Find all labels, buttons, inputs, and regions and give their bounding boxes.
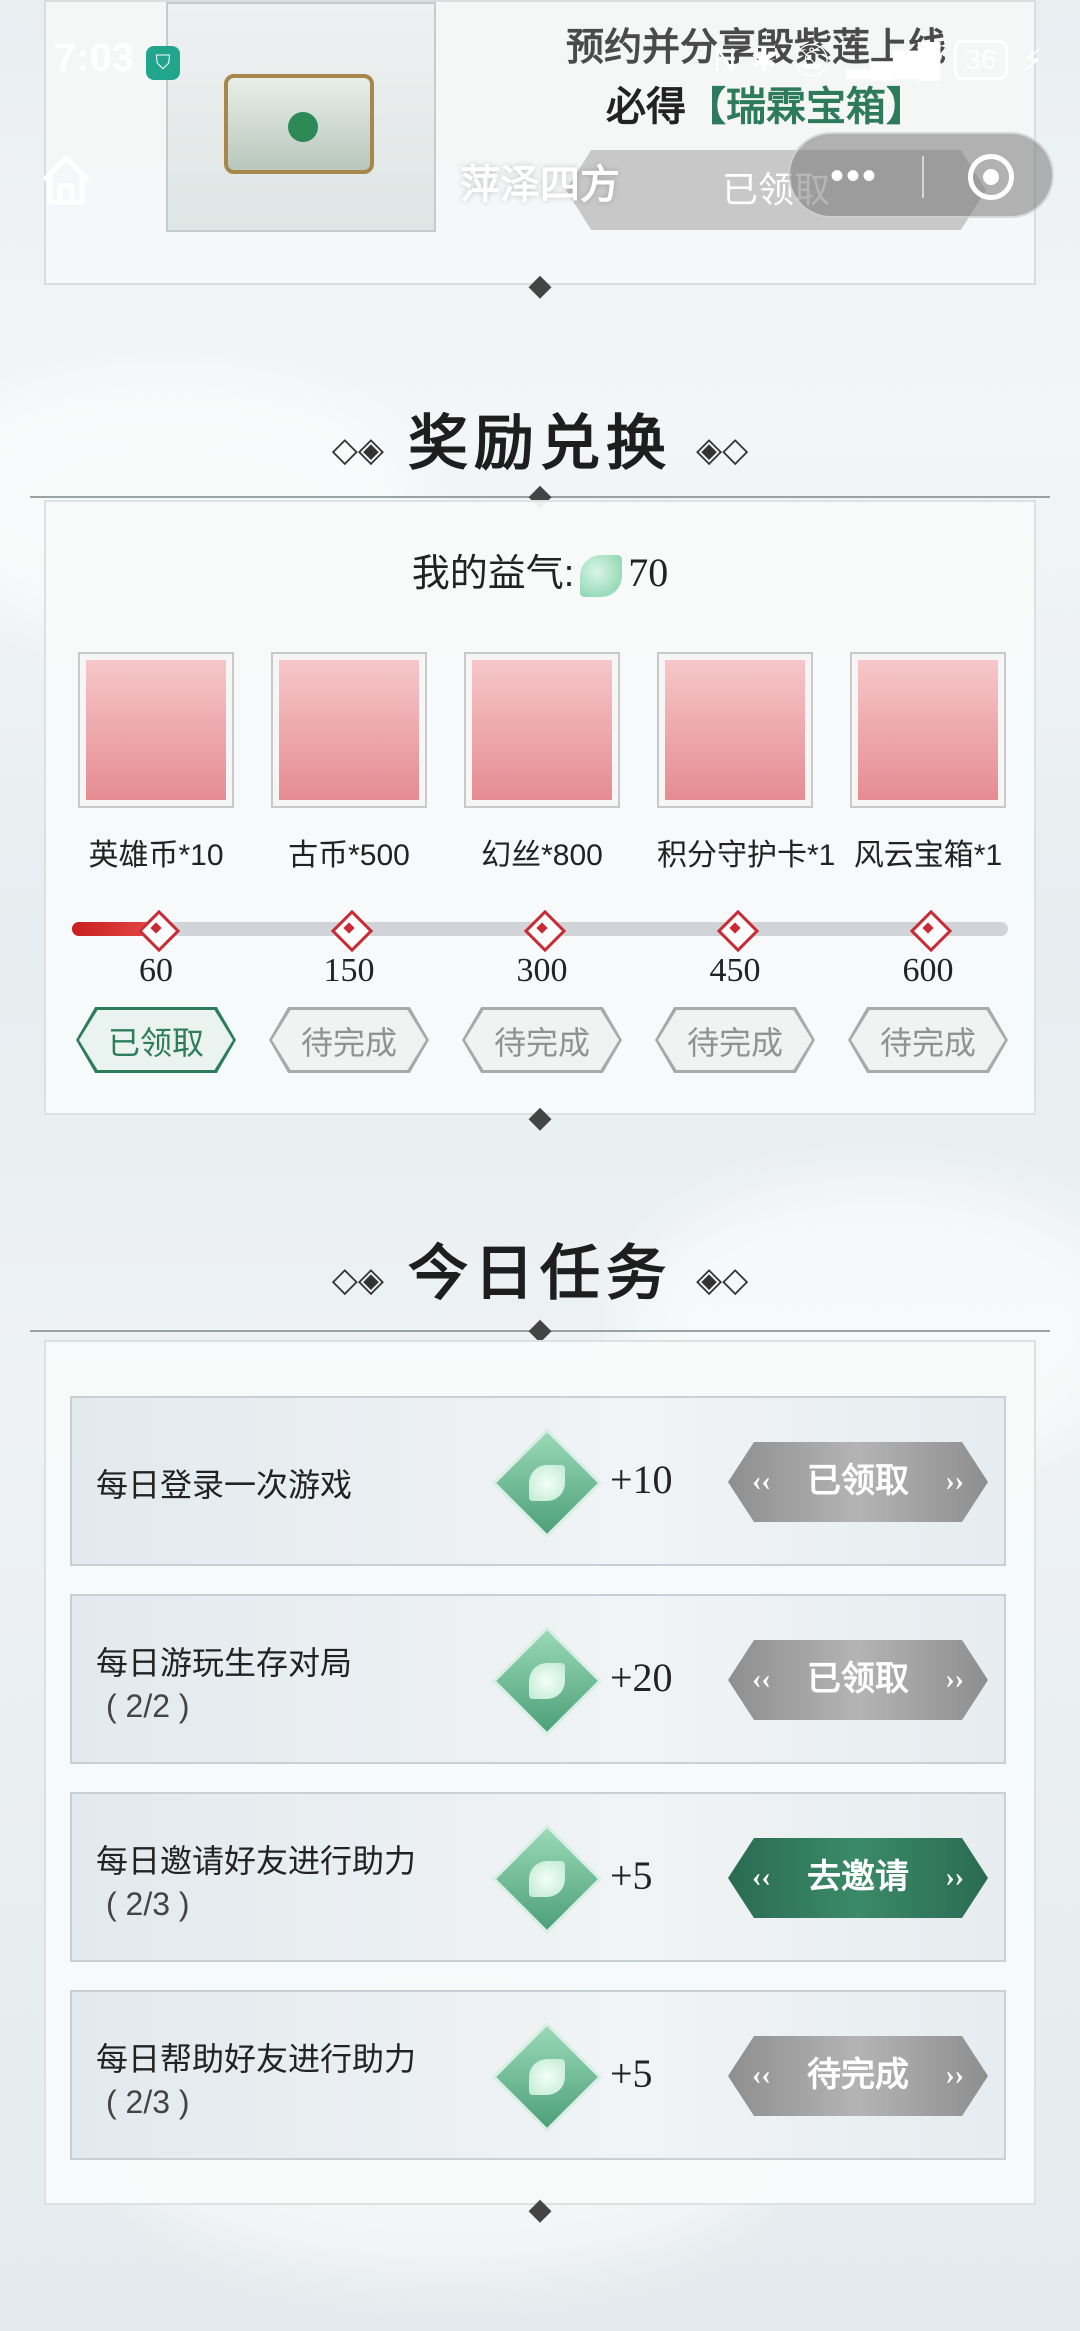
- reward-claimed-button[interactable]: 已领取: [76, 1007, 236, 1073]
- diamond-ornament-icon: ◈◇: [696, 1262, 749, 1300]
- security-shield-icon: ⛉: [146, 46, 180, 80]
- task-name: 每日游玩生存对局: [96, 1645, 353, 1681]
- task-reward: +5: [610, 1853, 653, 1898]
- divider-ornament: ◆: [528, 269, 552, 302]
- milestone-threshold: 150: [323, 952, 375, 989]
- silk-spool-icon: [472, 660, 612, 800]
- reward-item[interactable]: 古币*500: [271, 652, 427, 874]
- diamond-ornament-icon: ◇◈: [331, 1262, 384, 1300]
- bluetooth-icon: ✱: [750, 42, 778, 78]
- reward-item[interactable]: 积分守护卡*1: [657, 652, 835, 874]
- task-progress: ( 2/3 ): [106, 1886, 190, 1922]
- task-row: 每日帮助好友进行助力 ( 2/3 ) +5 ‹‹ 待完成 ››: [70, 1990, 1006, 2160]
- reward-item[interactable]: 幻丝*800: [464, 652, 620, 874]
- battery-indicator: 36: [954, 40, 1008, 80]
- milestone-marker-icon: [136, 908, 176, 948]
- mini-program-nav: 萍泽四方 •••: [0, 120, 1080, 230]
- hero-coin-icon: [86, 660, 226, 800]
- task-pending-button[interactable]: ‹‹ 待完成 ››: [728, 2036, 988, 2116]
- task-reward: +10: [610, 1457, 673, 1502]
- butterfly-gem-icon: [491, 1427, 603, 1539]
- milestone-marker-icon: [522, 908, 562, 948]
- guard-card-icon: [665, 660, 805, 800]
- divider-ornament: ◆: [528, 2193, 552, 2226]
- task-progress: ( 2/2 ): [106, 1688, 190, 1724]
- task-claimed-button[interactable]: ‹‹ 已领取 ››: [728, 1640, 988, 1720]
- butterfly-gem-icon: [491, 1823, 603, 1935]
- diamond-ornament-icon: ◈◇: [696, 432, 749, 470]
- mute-bell-icon: 🔕︎: [791, 42, 832, 78]
- treasure-chest-icon: [858, 660, 998, 800]
- task-claimed-button[interactable]: ‹‹ 已领取 ››: [728, 1442, 988, 1522]
- reward-exchange-heading: ◇◈ 奖励兑换 ◈◇: [331, 411, 749, 477]
- milestone-threshold: 300: [516, 952, 568, 989]
- status-bar: 7:03 ⛉ N ✱ 🔕︎ ▂▄▆█ 36 ⚡︎: [0, 0, 1080, 120]
- milestone-threshold: 60: [139, 952, 173, 989]
- capsule-menu: •••: [788, 132, 1054, 218]
- reward-exchange-card: 我的益气: 70 英雄币*10 古币*500 幻丝*800 积分守护卡*1 风云宝…: [44, 500, 1036, 1115]
- signal-icon: ▂▄▆█: [845, 42, 941, 78]
- ancient-coin-icon: [279, 660, 419, 800]
- status-time: 7:03: [54, 36, 135, 80]
- milestone-threshold: 600: [902, 952, 954, 989]
- nfc-icon: N: [713, 41, 737, 78]
- status-icons: N ✱ 🔕︎ ▂▄▆█ 36 ⚡︎: [713, 40, 1044, 80]
- task-reward: +20: [610, 1655, 673, 1700]
- my-qi-row: 我的益气: 70: [411, 550, 669, 597]
- milestone-threshold: 450: [709, 952, 761, 989]
- task-name: 每日邀请好友进行助力: [96, 1843, 417, 1879]
- close-mini-program-icon[interactable]: [968, 154, 1014, 200]
- task-row: 每日游玩生存对局 ( 2/2 ) +20 ‹‹ 已领取 ››: [70, 1594, 1006, 1764]
- task-name: 每日帮助好友进行助力: [96, 2041, 417, 2077]
- task-name: 每日登录一次游戏: [96, 1467, 353, 1503]
- today-tasks-heading: ◇◈ 今日任务 ◈◇: [331, 1241, 749, 1307]
- butterfly-qi-icon: [580, 554, 623, 597]
- reward-pending-button[interactable]: 待完成: [269, 1007, 429, 1073]
- milestone-marker-icon: [908, 908, 948, 948]
- milestone-marker-icon: [329, 908, 369, 948]
- task-row: 每日登录一次游戏 +10 ‹‹ 已领取 ››: [70, 1396, 1006, 1566]
- reward-item[interactable]: 英雄币*10: [78, 652, 234, 874]
- milestone-marker-icon: [715, 908, 755, 948]
- butterfly-gem-icon: [491, 1625, 603, 1737]
- reward-item[interactable]: 风云宝箱*1: [850, 652, 1006, 874]
- divider-ornament: ◆: [528, 1101, 552, 1134]
- tasks-card: 每日登录一次游戏 +10 ‹‹ 已领取 ›› 每日游玩生存对局 ( 2/2 ) +2…: [44, 1340, 1036, 2205]
- reward-pending-button[interactable]: 待完成: [462, 1007, 622, 1073]
- reward-pending-button[interactable]: 待完成: [848, 1007, 1008, 1073]
- task-reward: +5: [610, 2051, 653, 2096]
- charging-icon: ⚡︎: [1021, 42, 1044, 78]
- more-options-icon[interactable]: •••: [830, 154, 878, 199]
- invite-friends-button[interactable]: ‹‹ 去邀请 ››: [728, 1838, 988, 1918]
- qi-progress-bar: [72, 922, 1008, 936]
- task-row: 每日邀请好友进行助力 ( 2/3 ) +5 ‹‹ 去邀请 ››: [70, 1792, 1006, 1962]
- butterfly-gem-icon: [491, 2021, 603, 2133]
- task-progress: ( 2/3 ): [106, 2084, 190, 2120]
- diamond-ornament-icon: ◇◈: [331, 432, 384, 470]
- reward-pending-button[interactable]: 待完成: [655, 1007, 815, 1073]
